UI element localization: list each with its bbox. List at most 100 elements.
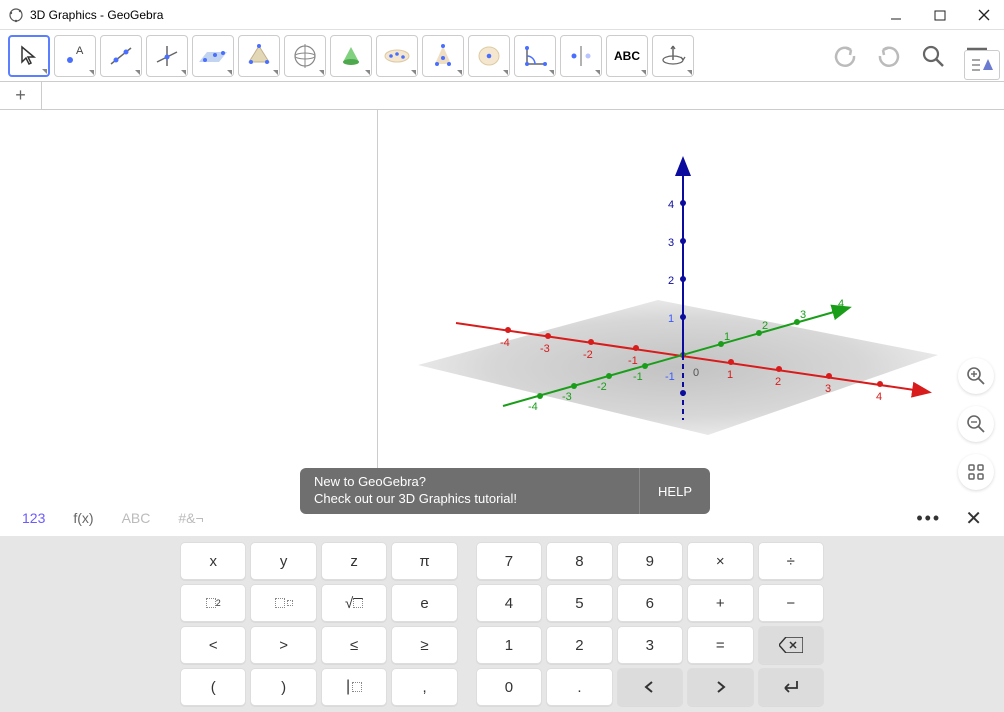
svg-text:A: A <box>76 45 84 57</box>
tool-line[interactable] <box>100 35 142 77</box>
tool-text[interactable]: ABC <box>606 35 648 77</box>
key-left[interactable] <box>617 668 683 706</box>
svg-text:2: 2 <box>668 275 674 287</box>
popup-line1: New to GeoGebra? <box>314 474 625 491</box>
tutorial-popup: New to GeoGebra? Check out our 3D Graphi… <box>300 468 710 514</box>
minimize-button[interactable] <box>884 3 908 27</box>
key-eq[interactable]: = <box>687 626 753 664</box>
key-4[interactable]: 4 <box>476 584 542 622</box>
svg-text:4: 4 <box>668 199 674 211</box>
key-6[interactable]: 6 <box>617 584 683 622</box>
home-view-button[interactable] <box>958 454 994 490</box>
key-mult[interactable]: × <box>687 542 753 580</box>
key-rparen[interactable]: ) <box>250 668 316 706</box>
key-div[interactable]: ÷ <box>758 542 824 580</box>
svg-text:-1: -1 <box>628 355 638 367</box>
key-1[interactable]: 1 <box>476 626 542 664</box>
main-area: 0 -4 -3 -2 -1 1 2 3 4 -4 -3 -2 -1 1 2 <box>0 110 1004 500</box>
maximize-button[interactable] <box>928 3 952 27</box>
kbd-more-button[interactable]: ••• <box>906 508 951 529</box>
tool-cone[interactable] <box>330 35 372 77</box>
tool-net[interactable] <box>376 35 418 77</box>
key-dot[interactable]: . <box>546 668 612 706</box>
algebra-strip: + <box>0 82 1004 110</box>
key-ge[interactable]: ≥ <box>391 626 457 664</box>
svg-text:1: 1 <box>727 369 733 381</box>
window-title: 3D Graphics - GeoGebra <box>30 8 884 22</box>
svg-text:-3: -3 <box>562 391 572 403</box>
svg-text:-1: -1 <box>633 371 643 383</box>
undo-button[interactable] <box>826 37 864 75</box>
tool-plane[interactable] <box>192 35 234 77</box>
key-index[interactable]: | <box>321 668 387 706</box>
svg-text:-3: -3 <box>540 343 550 355</box>
key-gt[interactable]: > <box>250 626 316 664</box>
svg-text:4: 4 <box>876 391 882 403</box>
tool-pyramid[interactable] <box>238 35 280 77</box>
key-0[interactable]: 0 <box>476 668 542 706</box>
help-button[interactable]: HELP <box>639 468 710 514</box>
tool-circle-point[interactable] <box>468 35 510 77</box>
app-logo-icon <box>8 7 24 23</box>
svg-text:1: 1 <box>668 313 674 325</box>
key-sq[interactable]: 2 <box>180 584 246 622</box>
key-comma[interactable]: , <box>391 668 457 706</box>
zoom-out-button[interactable] <box>958 406 994 442</box>
svg-text:3: 3 <box>800 309 806 321</box>
view-toggle-button[interactable] <box>964 50 1000 80</box>
close-button[interactable] <box>972 3 996 27</box>
tool-intersect[interactable] <box>422 35 464 77</box>
key-le[interactable]: ≤ <box>321 626 387 664</box>
svg-text:0: 0 <box>693 367 699 379</box>
key-minus[interactable]: − <box>758 584 824 622</box>
key-7[interactable]: 7 <box>476 542 542 580</box>
key-enter[interactable] <box>758 668 824 706</box>
key-e[interactable]: e <box>391 584 457 622</box>
svg-text:-2: -2 <box>597 381 607 393</box>
kbd-tab-123[interactable]: 123 <box>8 504 59 532</box>
toolbar: A ABC <box>0 30 1004 82</box>
key-pi[interactable]: π <box>391 542 457 580</box>
search-button[interactable] <box>914 37 952 75</box>
tool-reflect[interactable] <box>560 35 602 77</box>
tool-angle[interactable] <box>514 35 556 77</box>
key-plus[interactable]: + <box>687 584 753 622</box>
algebra-view[interactable] <box>0 110 378 500</box>
key-x[interactable]: x <box>180 542 246 580</box>
kbd-tab-sym[interactable]: #&¬ <box>164 504 217 532</box>
add-input-button[interactable]: + <box>0 82 42 109</box>
key-z[interactable]: z <box>321 542 387 580</box>
key-y[interactable]: y <box>250 542 316 580</box>
key-3[interactable]: 3 <box>617 626 683 664</box>
3d-graphics-view[interactable]: 0 -4 -3 -2 -1 1 2 3 4 -4 -3 -2 -1 1 2 <box>378 110 1004 500</box>
algebra-input[interactable] <box>42 82 1004 109</box>
kbd-close-button[interactable]: ✕ <box>951 506 996 531</box>
titlebar: 3D Graphics - GeoGebra <box>0 0 1004 30</box>
key-pow[interactable] <box>250 584 316 622</box>
svg-text:3: 3 <box>668 237 674 249</box>
svg-text:-4: -4 <box>500 337 510 349</box>
tool-point[interactable]: A <box>54 35 96 77</box>
kbd-tab-abc[interactable]: ABC <box>108 504 165 532</box>
svg-text:2: 2 <box>762 320 768 332</box>
key-right[interactable] <box>687 668 753 706</box>
key-lt[interactable]: < <box>180 626 246 664</box>
virtual-keyboard: 123 f(x) ABC #&¬ ••• ✕ x y z π 7 8 9 × ÷… <box>0 500 1004 712</box>
zoom-in-button[interactable] <box>958 358 994 394</box>
key-5[interactable]: 5 <box>546 584 612 622</box>
svg-text:4: 4 <box>838 298 844 310</box>
svg-text:2: 2 <box>775 376 781 388</box>
key-9[interactable]: 9 <box>617 542 683 580</box>
kbd-tab-fx[interactable]: f(x) <box>59 504 107 532</box>
tool-sphere[interactable] <box>284 35 326 77</box>
tool-move[interactable] <box>8 35 50 77</box>
tool-perp[interactable] <box>146 35 188 77</box>
key-2[interactable]: 2 <box>546 626 612 664</box>
key-lparen[interactable]: ( <box>180 668 246 706</box>
key-8[interactable]: 8 <box>546 542 612 580</box>
key-backspace[interactable] <box>758 626 824 664</box>
tool-rotate-view[interactable] <box>652 35 694 77</box>
svg-text:-1: -1 <box>665 371 675 383</box>
key-sqrt[interactable]: √ <box>321 584 387 622</box>
redo-button[interactable] <box>870 37 908 75</box>
